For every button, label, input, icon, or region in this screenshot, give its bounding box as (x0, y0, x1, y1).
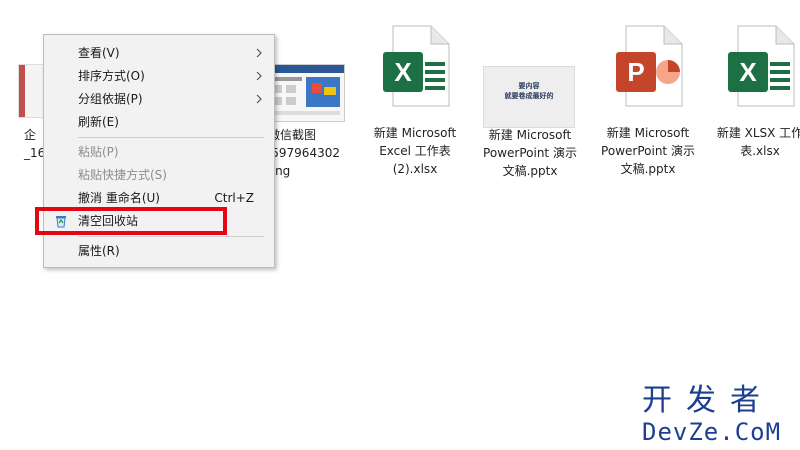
menu-item-label: 属性(R) (78, 244, 120, 258)
file-label: 企 _164 (24, 128, 53, 160)
chevron-right-icon (256, 48, 262, 58)
menu-item-shortcut: Ctrl+Z (214, 191, 254, 205)
file-label: 新建 Microsoft Excel 工作表 (2).xlsx (373, 126, 457, 176)
file-thumbnail[interactable]: 要内容 就要卷成最好的 (483, 66, 575, 128)
desktop-file-icon[interactable]: P 新建 Microsoft PowerPoint 演示 文稿.pptx (594, 24, 702, 178)
desktop: 企 _164 业微信截图 40597964302 3.png (0, 0, 800, 450)
menu-separator (78, 236, 264, 237)
menu-item-label: 撤消 重命名(U) (78, 191, 160, 205)
chevron-right-icon (256, 94, 262, 104)
svg-text:P: P (627, 57, 644, 87)
desktop-file-icon[interactable]: X 新建 XLSX 工作 表.xlsx (712, 24, 800, 160)
chevron-right-icon (256, 71, 262, 81)
file-label: 新建 XLSX 工作 表.xlsx (716, 126, 800, 158)
menu-item-undo-rename[interactable]: 撤消 重命名(U) Ctrl+Z (44, 187, 274, 209)
menu-item-paste-shortcut[interactable]: 粘贴快捷方式(S) (44, 164, 274, 186)
menu-item-label: 查看(V) (78, 46, 120, 60)
menu-item-group-by[interactable]: 分组依据(P) (44, 88, 274, 110)
highlight-box (35, 207, 227, 235)
menu-separator (78, 137, 264, 138)
menu-item-label: 粘贴(P) (78, 145, 119, 159)
powerpoint-file-icon: P (616, 25, 683, 107)
menu-item-view[interactable]: 查看(V) (44, 42, 274, 64)
thumbnail-text: 要内容 (518, 82, 540, 90)
menu-item-sort-by[interactable]: 排序方式(O) (44, 65, 274, 87)
menu-item-label: 刷新(E) (78, 115, 119, 129)
watermark-cn: 开发者 (642, 383, 774, 418)
excel-file-icon: X (383, 25, 450, 107)
desktop-file-icon[interactable]: X 新建 Microsoft Excel 工作表 (2).xlsx (362, 24, 468, 178)
menu-item-label: 排序方式(O) (78, 69, 145, 83)
file-thumbnail[interactable] (265, 64, 345, 122)
desktop-file-icon[interactable]: 新建 Microsoft PowerPoint 演示 文稿.pptx (476, 126, 584, 180)
svg-text:X: X (394, 57, 412, 87)
watermark-logo: 开发者 DevZe.CoM (642, 383, 792, 447)
svg-text:X: X (739, 57, 757, 87)
menu-item-refresh[interactable]: 刷新(E) (44, 111, 274, 133)
menu-item-label: 粘贴快捷方式(S) (78, 168, 167, 182)
watermark-en: DevZe.CoM (642, 418, 782, 446)
file-label: 新建 Microsoft PowerPoint 演示 文稿.pptx (483, 128, 577, 178)
thumbnail-text: 就要卷成最好的 (504, 92, 554, 100)
menu-item-label: 分组依据(P) (78, 92, 143, 106)
desktop-file-icon[interactable]: 企 _164 (24, 126, 53, 162)
menu-item-properties[interactable]: 属性(R) (44, 240, 274, 262)
excel-file-icon: X (728, 25, 795, 107)
menu-item-paste[interactable]: 粘贴(P) (44, 141, 274, 163)
file-label: 新建 Microsoft PowerPoint 演示 文稿.pptx (601, 126, 695, 176)
